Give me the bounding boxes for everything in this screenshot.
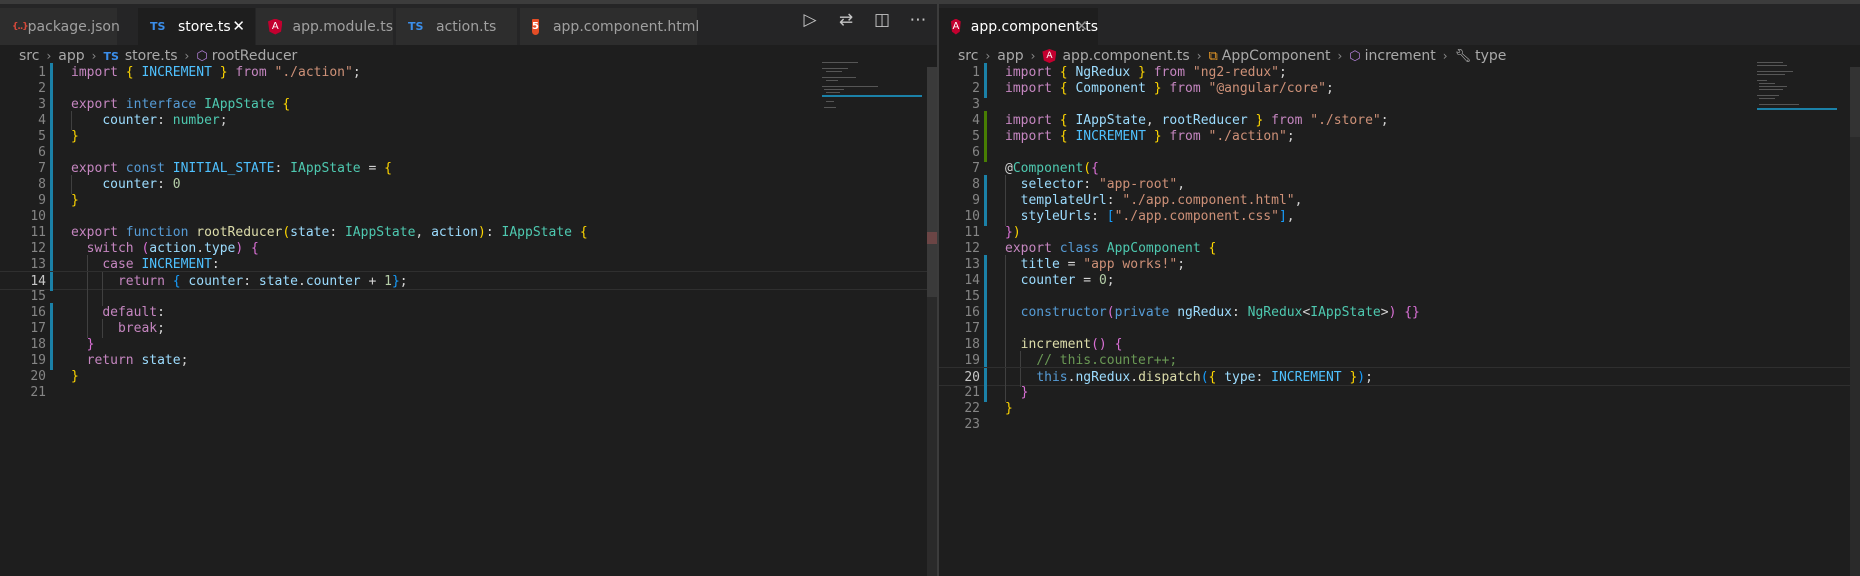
tab-label: app.component.html [552, 18, 700, 35]
tab-store-ts[interactable]: TS store.ts ✕ [138, 8, 256, 45]
angular-icon: A [951, 18, 961, 35]
method-cube-icon: ⬡ [1349, 48, 1361, 64]
source-control-compare-icon[interactable]: ⇄ [837, 10, 855, 30]
left-tab-bar: {..} package.json TS store.ts ✕ A app.mo… [0, 0, 937, 45]
chevron-right-icon: › [184, 49, 190, 63]
minimap[interactable] [822, 62, 922, 110]
breadcrumb-item-app[interactable]: app [58, 48, 84, 64]
minimap[interactable] [1757, 62, 1857, 110]
chevron-right-icon: › [46, 49, 52, 63]
breadcrumb-item-property[interactable]: type [1475, 48, 1506, 64]
tab-app-module-ts[interactable]: A app.module.ts [256, 8, 394, 45]
property-wrench-icon: 🔧︎ [1454, 48, 1472, 64]
breadcrumb-item-src[interactable]: src [19, 48, 39, 64]
tab-label: store.ts [178, 18, 231, 35]
angular-icon: A [1042, 49, 1057, 63]
breadcrumb-item-app[interactable]: app [997, 48, 1023, 64]
close-icon[interactable]: ✕ [1075, 17, 1088, 35]
breadcrumb-item-src[interactable]: src [958, 48, 978, 64]
class-icon: ⧉ [1208, 48, 1218, 64]
close-icon[interactable]: ✕ [232, 17, 245, 35]
breadcrumb-item-symbol[interactable]: rootReducer [212, 48, 298, 64]
code-editor-right[interactable]: 1 import { NgRedux } from "ng2-redux"; 2i… [939, 63, 1860, 576]
chevron-right-icon: › [1337, 49, 1343, 63]
tab-label: app.module.ts [292, 18, 393, 35]
ts-file-icon: TS [103, 49, 119, 63]
code-line: 23 [964, 417, 980, 432]
right-tab-bar: A app.component.ts ✕ [939, 0, 1860, 45]
tab-action-ts[interactable]: TS action.ts [396, 8, 518, 45]
method-cube-icon: ⬡ [196, 48, 208, 64]
chevron-right-icon: › [1196, 49, 1202, 63]
chevron-right-icon: › [1442, 49, 1448, 63]
angular-icon: A [268, 18, 283, 35]
html5-icon: 5 [532, 18, 539, 35]
breadcrumb-item-file[interactable]: app.component.ts [1062, 48, 1189, 64]
tab-label: package.json [27, 18, 120, 35]
chevron-right-icon: › [1030, 49, 1036, 63]
tab-label: action.ts [436, 18, 497, 35]
chevron-right-icon: › [91, 49, 97, 63]
vertical-scrollbar[interactable] [927, 67, 937, 576]
chevron-right-icon: › [985, 49, 991, 63]
more-actions-icon[interactable]: ⋯ [909, 10, 927, 30]
breadcrumb-item-class[interactable]: AppComponent [1222, 48, 1331, 64]
code-editor-left[interactable]: 1 import { INCREMENT } from "./action"; 2… [0, 63, 937, 576]
right-editor-group: A app.component.ts ✕ src › app › A app.c… [939, 0, 1860, 576]
left-editor-group: {..} package.json TS store.ts ✕ A app.mo… [0, 0, 937, 576]
code-line: 21 [30, 385, 46, 400]
split-editor-icon[interactable]: ◫ [873, 10, 891, 30]
breadcrumb-item-method[interactable]: increment [1365, 48, 1436, 64]
tab-package-json[interactable]: {..} package.json [0, 8, 120, 45]
ts-file-icon: TS [408, 20, 424, 33]
run-icon[interactable]: ▷ [801, 10, 819, 30]
editor-actions: ▷ ⇄ ◫ ⋯ [801, 10, 927, 30]
breadcrumb-item-file[interactable]: store.ts [125, 48, 178, 64]
ts-file-icon: TS [150, 20, 166, 33]
json-file-icon: {..} [12, 21, 29, 32]
tab-app-component-ts[interactable]: A app.component.ts ✕ [939, 8, 1099, 45]
vertical-scrollbar[interactable] [1850, 67, 1860, 576]
tab-app-component-html[interactable]: 5 app.component.html [520, 8, 700, 45]
